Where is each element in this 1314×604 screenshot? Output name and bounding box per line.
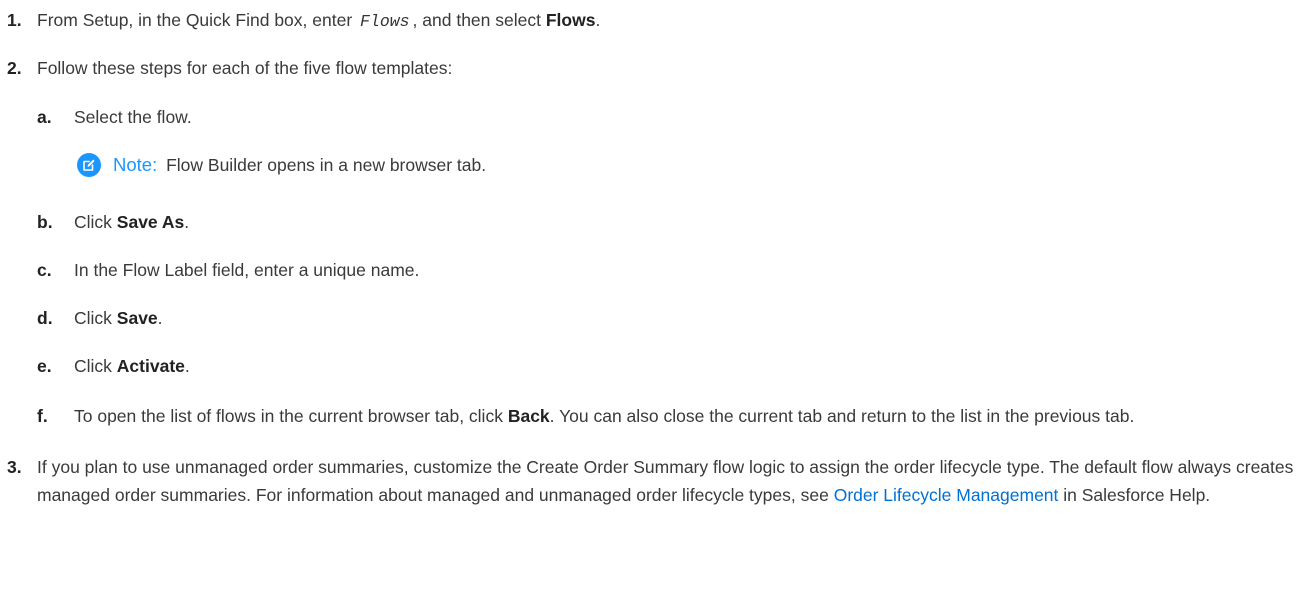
bold-term: Save As: [116, 212, 185, 232]
substep-c: c. In the Flow Label field, enter a uniq…: [37, 258, 1314, 283]
bold-term: Back: [507, 406, 550, 426]
substep-text: In the Flow Label field, enter a unique …: [74, 260, 420, 280]
substep-letter: f.: [37, 406, 48, 426]
substep-text-pre: Click: [74, 308, 112, 328]
substep-text: Select the flow.: [74, 107, 192, 127]
substep-letter: d.: [37, 308, 53, 328]
bold-term: Flows: [545, 10, 596, 30]
step-1: 1. From Setup, in the Quick Find box, en…: [0, 8, 1314, 34]
substep-text-post: . You can also close the current tab and…: [549, 406, 1135, 426]
note-text: Flow Builder opens in a new browser tab.: [166, 155, 487, 175]
step-2: 2. Follow these steps for each of the fi…: [0, 56, 1314, 430]
pencil-square-icon: [83, 159, 95, 171]
step-3: 3. If you plan to use unmanaged order su…: [0, 453, 1314, 509]
order-lifecycle-management-link[interactable]: Order Lifecycle Management: [834, 485, 1059, 505]
bold-term: Save: [116, 308, 158, 328]
step-text-mid: , and then select: [412, 10, 541, 30]
substep-letter: e.: [37, 356, 52, 376]
substep-text-post: .: [184, 212, 190, 232]
step-number: 2.: [7, 58, 22, 78]
note-label: Note:: [113, 154, 158, 175]
edit-note-icon: [77, 153, 101, 177]
code-term: Flows: [360, 12, 410, 31]
substep-e: e. Click Activate.: [37, 354, 1314, 379]
substep-letter: c.: [37, 260, 52, 280]
step-number: 3.: [7, 457, 22, 477]
substep-text-post: .: [157, 308, 163, 328]
step-text: Follow these steps for each of the five …: [37, 58, 453, 78]
document-page: 1. From Setup, in the Quick Find box, en…: [0, 0, 1314, 604]
note-callout: Note: Flow Builder opens in a new browse…: [77, 151, 1314, 179]
substep-text-post: .: [184, 356, 190, 376]
substep-text-pre: To open the list of flows in the current…: [74, 406, 503, 426]
substep-d: d. Click Save.: [37, 306, 1314, 331]
substep-b: b. Click Save As.: [37, 210, 1314, 235]
substep-text-pre: Click: [74, 212, 112, 232]
substep-letter: b.: [37, 212, 53, 232]
substep-letter: a.: [37, 107, 52, 127]
substep-list: a. Select the flow. Note: Flow Builder o…: [37, 105, 1314, 430]
substep-text-pre: Click: [74, 356, 112, 376]
step-text-pre: From Setup, in the Quick Find box, enter: [37, 10, 353, 30]
bold-term: Activate: [116, 356, 185, 376]
step-text: From Setup, in the Quick Find box, enter…: [37, 8, 1314, 34]
step-text-post: .: [595, 10, 601, 30]
substep-f: f. To open the list of flows in the curr…: [37, 402, 1314, 430]
step-text-post: in Salesforce Help.: [1063, 485, 1211, 505]
substep-a: a. Select the flow.: [37, 105, 1314, 130]
step-number: 1.: [7, 10, 22, 30]
